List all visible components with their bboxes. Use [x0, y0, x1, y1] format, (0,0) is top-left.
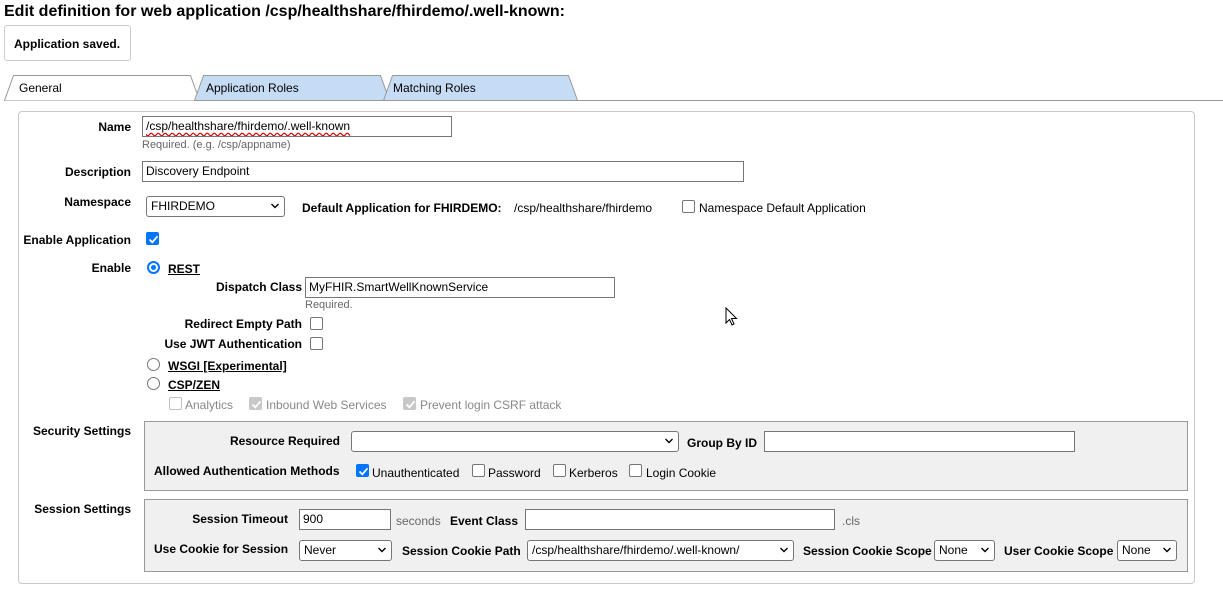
tab-general[interactable]: General: [4, 75, 200, 101]
status-message: Application saved.: [14, 37, 121, 51]
use-cookie-select[interactable]: Never: [299, 540, 392, 561]
user-cookie-scope-select[interactable]: None: [1117, 540, 1177, 561]
prevent-csrf-checkbox[interactable]: [403, 397, 416, 410]
inbound-web-services-label: Inbound Web Services: [266, 398, 387, 412]
auth-login-cookie-checkbox[interactable]: [629, 464, 642, 477]
event-class-input[interactable]: [525, 509, 835, 530]
cookie-scope-select[interactable]: None: [934, 540, 995, 561]
status-message-box: Application saved.: [4, 25, 131, 61]
use-cookie-value: Never: [304, 543, 337, 557]
session-timeout-value: 900: [303, 512, 324, 526]
auth-password-label: Password: [488, 466, 541, 480]
chevron-down-icon: [378, 547, 386, 553]
resource-required-label: Resource Required: [229, 434, 340, 448]
name-hint: Required. (e.g. /csp/appname): [142, 139, 291, 151]
default-app-value: /csp/healthshare/fhirdemo: [514, 201, 653, 215]
group-by-id-input[interactable]: [764, 431, 1075, 452]
enable-label: Enable: [91, 261, 131, 275]
check-icon: [251, 400, 262, 409]
auth-kerberos-label: Kerberos: [569, 466, 618, 480]
wsgi-radio[interactable]: [147, 358, 160, 371]
auth-unauthenticated-checkbox[interactable]: [356, 464, 369, 477]
session-timeout-input[interactable]: 900: [299, 509, 391, 530]
cspzen-label[interactable]: CSP/ZEN: [168, 378, 220, 392]
check-icon: [148, 235, 159, 244]
description-label: Description: [64, 165, 131, 179]
name-input[interactable]: /csp/healthshare/fhirdemo/.well-known: [142, 116, 452, 137]
description-input[interactable]: Discovery Endpoint: [142, 161, 744, 182]
namespace-default-app-label: Namespace Default Application: [699, 201, 866, 215]
session-timeout-unit: seconds: [396, 514, 441, 528]
session-settings-label: Session Settings: [34, 502, 131, 516]
dispatch-class-value: MyFHIR.SmartWellKnownService: [309, 280, 489, 294]
name-label: Name: [98, 120, 131, 134]
dispatch-class-input[interactable]: MyFHIR.SmartWellKnownService: [305, 277, 615, 298]
analytics-label: Analytics: [185, 398, 234, 412]
redirect-empty-path-label: Redirect Empty Path: [184, 317, 302, 331]
prevent-csrf-label: Prevent login CSRF attack: [420, 398, 562, 412]
security-settings-label: Security Settings: [32, 424, 131, 438]
chevron-down-icon: [780, 547, 788, 553]
cookie-path-value: /csp/healthshare/fhirdemo/.well-known/: [532, 543, 740, 557]
user-cookie-scope-value: None: [1122, 543, 1151, 557]
check-icon: [358, 467, 369, 476]
tab-matching-roles[interactable]: Matching Roles: [383, 75, 578, 101]
enable-application-label: Enable Application: [23, 233, 131, 247]
analytics-checkbox[interactable]: [169, 397, 182, 410]
user-cookie-scope-label: User Cookie Scope: [1004, 544, 1114, 558]
dispatch-class-label: Dispatch Class: [215, 280, 302, 294]
cookie-scope-value: None: [939, 543, 968, 557]
mouse-cursor-icon: [725, 307, 738, 326]
namespace-select[interactable]: FHIRDEMO: [146, 196, 285, 217]
cookie-path-label: Session Cookie Path: [402, 544, 521, 558]
tab-application-roles-label: Application Roles: [206, 81, 299, 95]
cookie-path-select[interactable]: /csp/healthshare/fhirdemo/.well-known/: [527, 540, 794, 561]
chevron-down-icon: [981, 547, 989, 553]
auth-kerberos-checkbox[interactable]: [553, 464, 566, 477]
enable-application-checkbox[interactable]: [146, 232, 159, 245]
rest-radio[interactable]: [147, 261, 160, 274]
name-value: /csp/healthshare/fhirdemo/.well-known: [146, 119, 351, 133]
auth-password-checkbox[interactable]: [472, 464, 485, 477]
cspzen-radio[interactable]: [147, 377, 160, 390]
cookie-scope-label: Session Cookie Scope: [803, 544, 932, 558]
redirect-empty-path-checkbox[interactable]: [310, 317, 323, 330]
group-by-id-label: Group By ID: [687, 436, 758, 450]
tab-matching-roles-label: Matching Roles: [393, 81, 476, 95]
resource-required-select[interactable]: [351, 431, 679, 452]
dispatch-class-hint: Required.: [305, 299, 353, 311]
chevron-down-icon: [271, 203, 279, 209]
tab-general-label: General: [19, 81, 62, 95]
event-class-label: Event Class: [450, 514, 519, 528]
auth-methods-label: Allowed Authentication Methods: [154, 464, 340, 478]
rest-label[interactable]: REST: [168, 262, 200, 276]
namespace-default-app-checkbox[interactable]: [682, 200, 695, 213]
chevron-down-icon: [665, 438, 673, 444]
inbound-web-services-checkbox[interactable]: [249, 397, 262, 410]
auth-unauthenticated-label: Unauthenticated: [372, 466, 460, 480]
namespace-label: Namespace: [64, 195, 131, 209]
description-value: Discovery Endpoint: [146, 164, 250, 178]
page-title: Edit definition for web application /csp…: [4, 3, 565, 20]
tab-application-roles[interactable]: Application Roles: [194, 75, 390, 101]
namespace-value: FHIRDEMO: [151, 199, 215, 213]
check-icon: [405, 400, 416, 409]
use-jwt-checkbox[interactable]: [310, 337, 323, 350]
use-cookie-label: Use Cookie for Session: [154, 542, 289, 556]
use-jwt-label: Use JWT Authentication: [164, 337, 302, 351]
session-timeout-label: Session Timeout: [192, 512, 288, 526]
chevron-down-icon: [1163, 547, 1171, 553]
auth-login-cookie-label: Login Cookie: [646, 466, 717, 480]
default-app-label: Default Application for FHIRDEMO:: [302, 201, 502, 215]
wsgi-label[interactable]: WSGI [Experimental]: [168, 359, 287, 373]
event-class-suffix: .cls: [842, 514, 860, 528]
